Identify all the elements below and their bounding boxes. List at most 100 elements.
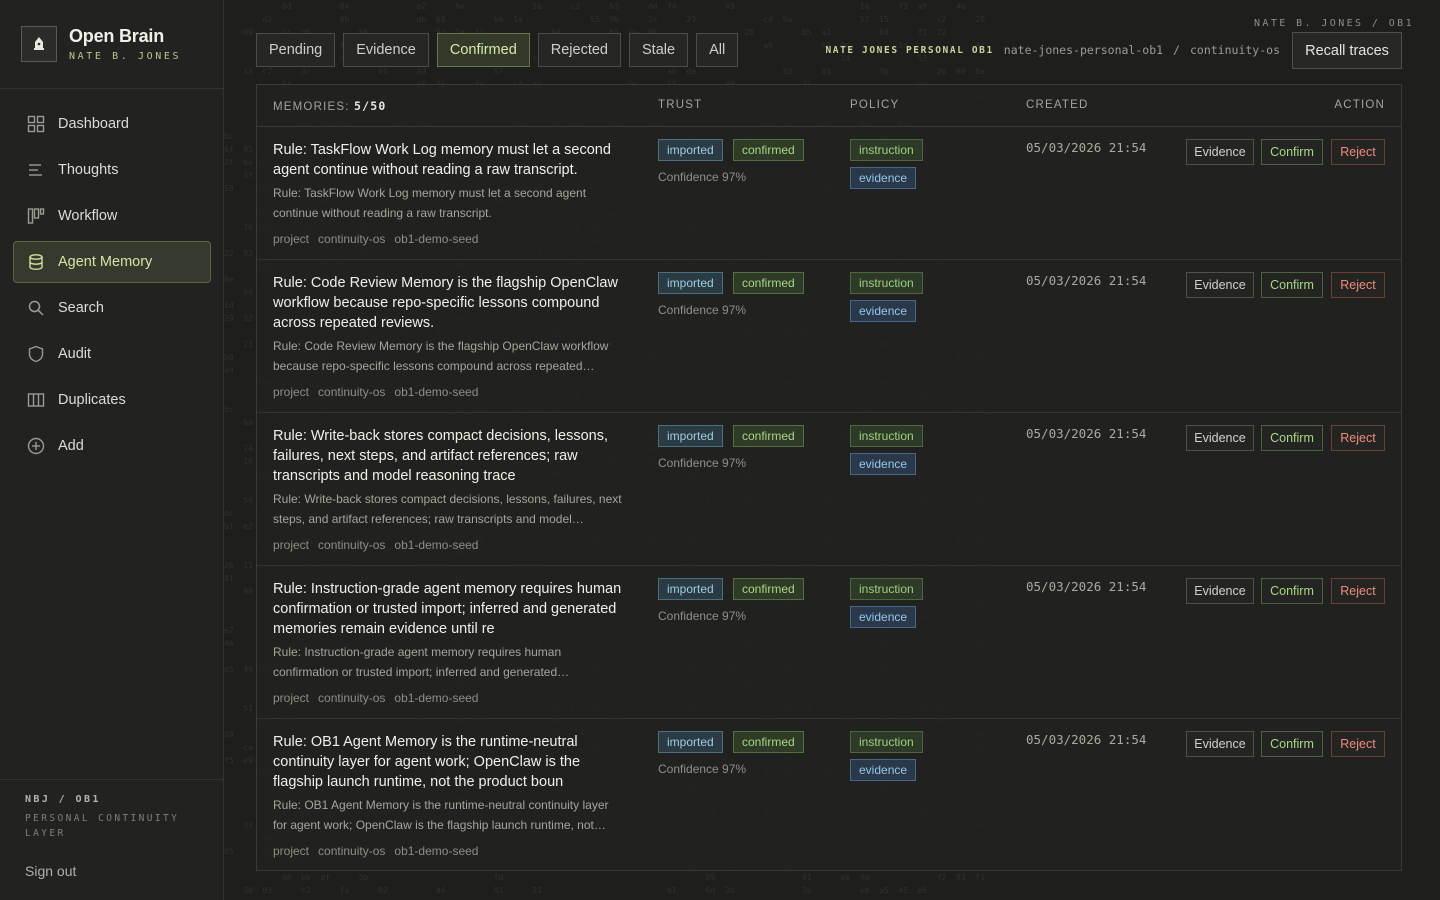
trust-badge-imported: imported xyxy=(658,425,723,447)
context-label: NATE JONES PERSONAL OB1 xyxy=(825,45,993,56)
sidebar-item-audit[interactable]: Audit xyxy=(13,333,211,375)
table-row: Rule: Write-back stores compact decision… xyxy=(257,413,1401,566)
trust-badge-confirmed: confirmed xyxy=(733,578,804,600)
reject-button[interactable]: Reject xyxy=(1331,139,1385,165)
context-breadcrumb: NATE JONES PERSONAL OB1 nate-jones-perso… xyxy=(825,43,1280,57)
sidebar-item-search[interactable]: Search xyxy=(13,287,211,329)
evidence-button[interactable]: Evidence xyxy=(1186,731,1254,757)
sidebar-item-label: Dashboard xyxy=(58,116,129,132)
table-row: Rule: OB1 Agent Memory is the runtime-ne… xyxy=(257,719,1401,871)
policy-badge-evidence: evidence xyxy=(850,606,916,628)
memory-description: Rule: OB1 Agent Memory is the runtime-ne… xyxy=(273,795,625,835)
memories-count-label: MEMORIES: 5/50 xyxy=(273,99,387,113)
sidebar-item-thoughts[interactable]: Thoughts xyxy=(13,149,211,191)
trust-badge-confirmed: confirmed xyxy=(733,272,804,294)
sidebar: Open Brain NATE B. JONES Dashboard Thoug… xyxy=(0,0,224,900)
filter-rejected[interactable]: Rejected xyxy=(538,33,621,67)
plus-circle-icon xyxy=(26,436,46,456)
policy-badge-instruction: instruction xyxy=(850,731,923,753)
sidebar-item-workflow[interactable]: Workflow xyxy=(13,195,211,237)
tag-project: continuity-os xyxy=(318,232,385,246)
column-created: CREATED xyxy=(1026,99,1089,111)
lines-icon xyxy=(26,160,46,180)
confidence-value: Confidence 97% xyxy=(658,456,746,470)
evidence-button[interactable]: Evidence xyxy=(1186,425,1254,451)
column-action: ACTION xyxy=(1334,99,1385,111)
filter-pending[interactable]: Pending xyxy=(256,33,335,67)
evidence-button[interactable]: Evidence xyxy=(1186,578,1254,604)
evidence-button[interactable]: Evidence xyxy=(1186,272,1254,298)
sidebar-item-label: Add xyxy=(58,438,84,454)
reject-button[interactable]: Reject xyxy=(1331,578,1385,604)
tag-scope: project xyxy=(273,844,309,858)
memory-tags: project continuity-os ob1-demo-seed xyxy=(273,385,478,399)
filter-stale[interactable]: Stale xyxy=(629,33,688,67)
memory-description: Rule: Code Review Memory is the flagship… xyxy=(273,336,625,376)
memory-tags: project continuity-os ob1-demo-seed xyxy=(273,232,478,246)
memory-description: Rule: Write-back stores compact decision… xyxy=(273,489,625,529)
trust-badge-confirmed: confirmed xyxy=(733,731,804,753)
brand: Open Brain NATE B. JONES xyxy=(0,0,223,89)
duplicate-icon xyxy=(26,390,46,410)
policy-badge-evidence: evidence xyxy=(850,300,916,322)
sidebar-item-agent-memory[interactable]: Agent Memory xyxy=(13,241,211,283)
sidebar-item-label: Audit xyxy=(58,346,91,362)
tag-source: ob1-demo-seed xyxy=(394,232,478,246)
column-trust: TRUST xyxy=(658,99,702,111)
context-path: nate-jones-personal-ob1 xyxy=(1004,43,1163,57)
memory-title: Rule: Code Review Memory is the flagship… xyxy=(273,273,625,333)
confidence-value: Confidence 97% xyxy=(658,170,746,184)
sidebar-item-label: Agent Memory xyxy=(58,254,152,270)
policy-badge-instruction: instruction xyxy=(850,272,923,294)
account-label: NATE B. JONES / OB1 xyxy=(1254,18,1414,29)
policy-badge-instruction: instruction xyxy=(850,139,923,161)
confirm-button[interactable]: Confirm xyxy=(1261,731,1323,757)
sidebar-item-add[interactable]: Add xyxy=(13,425,211,467)
memory-title: Rule: Write-back stores compact decision… xyxy=(273,426,625,486)
database-icon xyxy=(26,252,46,272)
sign-out-link[interactable]: Sign out xyxy=(25,863,198,879)
kanban-icon xyxy=(26,206,46,226)
trust-badge-confirmed: confirmed xyxy=(733,425,804,447)
memory-description: Rule: Instruction-grade agent memory req… xyxy=(273,642,625,682)
trust-badge-imported: imported xyxy=(658,731,723,753)
created-timestamp: 05/03/2026 21:54 xyxy=(1026,140,1146,155)
status-filter-bar: Pending Evidence Confirmed Rejected Stal… xyxy=(256,33,738,67)
confirm-button[interactable]: Confirm xyxy=(1261,139,1323,165)
sidebar-nav: Dashboard Thoughts Workflow Agent Memory… xyxy=(0,89,223,467)
policy-badge-evidence: evidence xyxy=(850,453,916,475)
grid-icon xyxy=(26,114,46,134)
memory-tags: project continuity-os ob1-demo-seed xyxy=(273,844,478,858)
evidence-button[interactable]: Evidence xyxy=(1186,139,1254,165)
reject-button[interactable]: Reject xyxy=(1331,425,1385,451)
trust-badge-imported: imported xyxy=(658,139,723,161)
memories-label: MEMORIES: xyxy=(273,101,350,113)
recall-traces-button[interactable]: Recall traces xyxy=(1292,32,1402,69)
reject-button[interactable]: Reject xyxy=(1331,731,1385,757)
sidebar-item-dashboard[interactable]: Dashboard xyxy=(13,103,211,145)
policy-badge-evidence: evidence xyxy=(850,759,916,781)
filter-all[interactable]: All xyxy=(696,33,738,67)
policy-badge-instruction: instruction xyxy=(850,425,923,447)
memory-tags: project continuity-os ob1-demo-seed xyxy=(273,538,478,552)
memories-count: 5/50 xyxy=(354,99,387,113)
shield-icon xyxy=(26,344,46,364)
app-subtitle: NATE B. JONES xyxy=(69,51,181,62)
table-body: Rule: TaskFlow Work Log memory must let … xyxy=(257,127,1401,871)
tag-project: continuity-os xyxy=(318,538,385,552)
confirm-button[interactable]: Confirm xyxy=(1261,272,1323,298)
filter-confirmed[interactable]: Confirmed xyxy=(437,33,530,67)
sidebar-footer: NBJ / OB1 PERSONAL CONTINUITY LAYER Sign… xyxy=(0,779,223,900)
reject-button[interactable]: Reject xyxy=(1331,272,1385,298)
search-icon xyxy=(26,298,46,318)
context-project: continuity-os xyxy=(1190,43,1280,57)
table-row: Rule: TaskFlow Work Log memory must let … xyxy=(257,127,1401,260)
confirm-button[interactable]: Confirm xyxy=(1261,578,1323,604)
filter-evidence[interactable]: Evidence xyxy=(343,33,429,67)
memory-title: Rule: Instruction-grade agent memory req… xyxy=(273,579,625,639)
sidebar-item-duplicates[interactable]: Duplicates xyxy=(13,379,211,421)
confirm-button[interactable]: Confirm xyxy=(1261,425,1323,451)
table-row: Rule: Code Review Memory is the flagship… xyxy=(257,260,1401,413)
tag-source: ob1-demo-seed xyxy=(394,844,478,858)
column-policy: POLICY xyxy=(850,99,899,111)
